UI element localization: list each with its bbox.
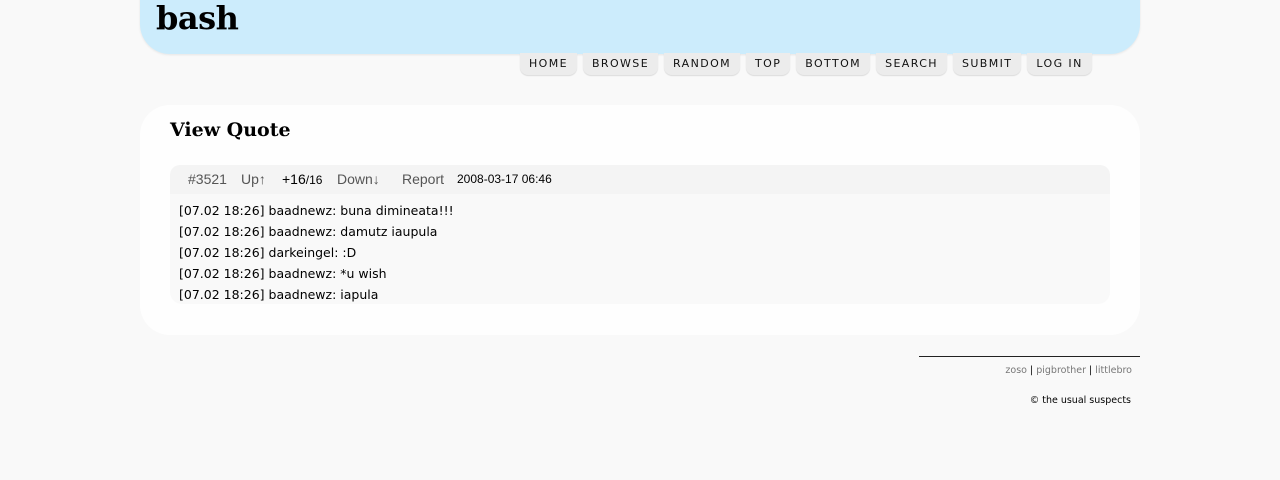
nav-browse[interactable]: BROWSE xyxy=(582,53,659,75)
quote-line: [07.02 18:26] darkeingel: :D xyxy=(179,245,357,260)
nav-search[interactable]: SEARCH xyxy=(876,53,947,75)
nav-submit[interactable]: SUBMIT xyxy=(952,53,1022,75)
content-panel: View Quote #3521 Up↑ +16/16 Down↓ Report… xyxy=(140,105,1140,335)
quote-line: [07.02 18:26] baadnewz: *u wish xyxy=(179,266,387,281)
nav-log-in[interactable]: LOG IN xyxy=(1027,53,1092,75)
footer-divider xyxy=(919,356,1140,357)
quote-id-link[interactable]: #3521 xyxy=(188,165,227,194)
footer-separator: | xyxy=(1026,365,1037,376)
quote-toolbar: #3521 Up↑ +16/16 Down↓ Report 2008-03-17… xyxy=(170,165,1110,194)
footer-copyright: © the usual suspects xyxy=(1029,395,1131,406)
report-button[interactable]: Report xyxy=(402,165,444,194)
footer-separator: | xyxy=(1085,365,1096,376)
quote-line: [07.02 18:26] baadnewz: iapula xyxy=(179,287,379,302)
score-total: 16 xyxy=(309,173,323,187)
page-title: View Quote xyxy=(170,119,291,141)
quote-score: +16/16 xyxy=(282,165,322,195)
quote-line: [07.02 18:26] baadnewz: damutz iaupula xyxy=(179,224,438,239)
footer-link-littlebro[interactable]: littlebro xyxy=(1095,365,1132,376)
footer-link-zoso[interactable]: zoso xyxy=(1005,365,1027,376)
nav-home[interactable]: HOME xyxy=(520,53,577,75)
quote-body: [07.02 18:26] baadnewz: buna dimineata!!… xyxy=(170,194,1110,304)
nav-bottom[interactable]: BOTTOM xyxy=(796,53,871,75)
footer-link-pigbrother[interactable]: pigbrother xyxy=(1036,365,1086,376)
site-logo[interactable]: bash xyxy=(156,0,239,38)
quote-line: [07.02 18:26] baadnewz: buna dimineata!!… xyxy=(179,203,454,218)
site-header: bash xyxy=(140,0,1140,54)
nav-random[interactable]: RANDOM xyxy=(664,53,741,75)
vote-up-button[interactable]: Up↑ xyxy=(241,165,266,194)
quote-text: [07.02 18:26] baadnewz: buna dimineata!!… xyxy=(179,200,454,305)
vote-down-button[interactable]: Down↓ xyxy=(337,165,380,194)
nav-top[interactable]: TOP xyxy=(746,53,791,75)
footer-links: zoso | pigbrother | littlebro xyxy=(1005,365,1132,376)
quote-date: 2008-03-17 06:46 xyxy=(457,172,552,186)
main-nav: HOME BROWSE RANDOM TOP BOTTOM SEARCH SUB… xyxy=(520,53,1092,75)
score-value: +16 xyxy=(282,171,306,187)
